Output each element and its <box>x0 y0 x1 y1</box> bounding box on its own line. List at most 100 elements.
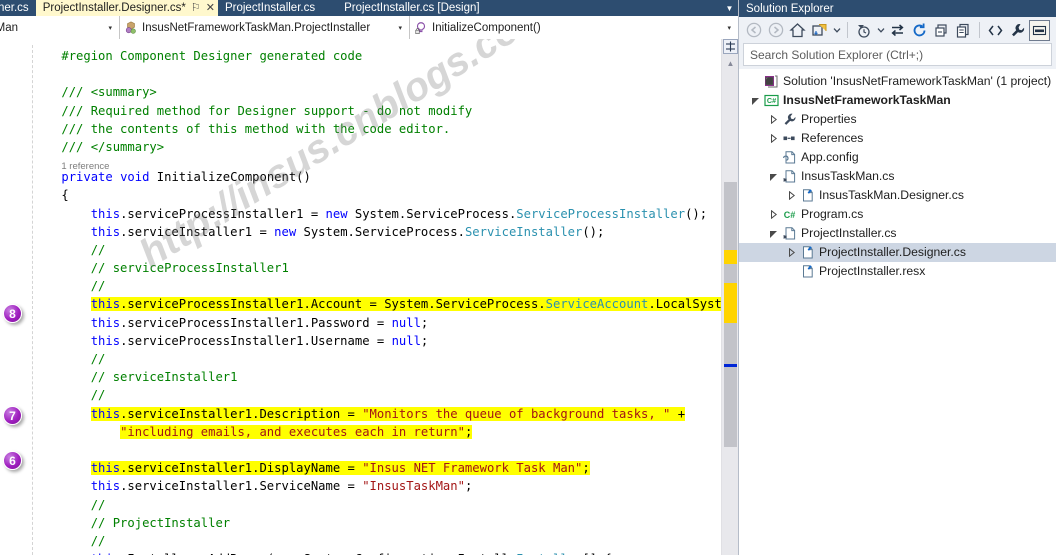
class-icon <box>125 21 136 34</box>
designer-file-icon <box>799 264 815 280</box>
properties-wrench-icon[interactable] <box>1007 20 1028 41</box>
collapse-all-icon[interactable] <box>931 20 952 41</box>
code-text[interactable]: #region Component Designer generated cod… <box>22 39 721 555</box>
scroll-up-arrow-icon[interactable]: ▲ <box>722 60 738 68</box>
step-badge-8: 8 <box>3 304 22 323</box>
refresh-icon[interactable] <box>909 20 930 41</box>
back-icon[interactable] <box>743 20 764 41</box>
type-dropdown-value: InsusNetFrameworkTaskMan.ProjectInstalle… <box>142 21 371 34</box>
editor-tab-label: ProjectInstaller.Designer.cs* <box>42 2 186 14</box>
editor-tab-projectinstaller-designer[interactable]: ProjectInstaller.Designer.cs* ⚐ ✕ <box>35 0 218 16</box>
member-dropdown-value: InitializeComponent() <box>432 21 541 34</box>
code-line: this.serviceInstaller1 = new System.Serv… <box>90 224 605 239</box>
codelens-reference[interactable]: 1 reference <box>32 156 721 172</box>
tree-item-label: ProjectInstaller.cs <box>801 226 897 240</box>
highlighted-code: "including emails, and executes each in … <box>120 424 473 439</box>
tree-item-projectinstaller-designer-cs[interactable]: ProjectInstaller.Designer.cs <box>739 243 1056 262</box>
preview-selected-items-icon[interactable] <box>1029 19 1050 41</box>
tree-item-label: Properties <box>801 112 857 126</box>
code-line: this.serviceProcessInstaller1 = new Syst… <box>90 206 708 221</box>
expander-expanded-icon[interactable] <box>766 224 781 243</box>
split-view-icon[interactable] <box>723 39 738 54</box>
code-line: this.serviceProcessInstaller1.Password =… <box>90 315 429 330</box>
close-icon[interactable]: ✕ <box>206 0 215 16</box>
solution-tree[interactable]: ⬛ Solution 'InsusNetFrameworkTaskMan' (1 … <box>739 69 1056 555</box>
tree-item-insusnetframeworktaskman[interactable]: C# InsusNetFrameworkTaskMan <box>739 91 1056 110</box>
tree-item-insustaskman-designer-cs[interactable]: InsusTaskMan.Designer.cs <box>739 186 1056 205</box>
tab-overflow-chevron-down-icon[interactable]: ▼ <box>721 0 738 16</box>
expander-collapsed-icon[interactable] <box>784 186 799 205</box>
code-line: // <box>90 352 106 366</box>
code-line: /// the contents of this method with the… <box>61 121 451 136</box>
code-line: /// Required method for Designer support… <box>61 103 473 118</box>
sync-icon[interactable] <box>887 20 908 41</box>
toolbar-separator <box>979 22 980 38</box>
config-file-icon <box>781 150 797 166</box>
code-line: /// <summary> <box>61 85 157 100</box>
tree-item-projectinstaller-resx[interactable]: ProjectInstaller.resx <box>739 262 1056 281</box>
show-all-files-icon[interactable] <box>953 20 974 41</box>
expander-expanded-icon[interactable] <box>766 167 781 186</box>
code-line: this.serviceInstaller1.ServiceName = "In… <box>90 479 473 494</box>
editor-tab-strip: ner.cs ProjectInstaller.Designer.cs* ⚐ ✕… <box>0 0 738 16</box>
tree-item-label: App.config <box>801 150 859 164</box>
editor-tab-projectinstaller[interactable]: ProjectInstaller.cs <box>217 0 323 16</box>
chevron-down-icon[interactable] <box>831 20 842 41</box>
scroll-marker-caret <box>724 364 737 367</box>
sync-with-active-document-icon[interactable] <box>809 20 830 41</box>
editor-vertical-scrollbar[interactable]: ▲ <box>721 39 738 555</box>
pending-changes-filter-icon[interactable] <box>853 20 874 41</box>
code-line: this.serviceProcessInstaller1.Username =… <box>90 333 429 348</box>
wrench-icon <box>781 112 797 128</box>
expander-none <box>766 148 781 167</box>
tree-item-references[interactable]: References <box>739 129 1056 148</box>
chevron-down-icon: ▾ <box>108 24 112 32</box>
expander-expanded-icon[interactable] <box>748 91 763 110</box>
type-dropdown[interactable]: InsusNetFrameworkTaskMan.ProjectInstalle… <box>120 16 410 39</box>
tree-item-program-cs[interactable]: C# Program.cs <box>739 205 1056 224</box>
editor-glyph-margin: 8 7 6 <box>0 39 22 555</box>
toolbar-separator <box>847 22 848 38</box>
search-solution-explorer-input[interactable]: Search Solution Explorer (Ctrl+;) <box>743 43 1052 66</box>
tree-item-label: ProjectInstaller.resx <box>819 264 926 278</box>
code-line: this.serviceInstaller1.Description = "Mo… <box>32 405 721 423</box>
expander-none <box>748 72 763 91</box>
expander-collapsed-icon[interactable] <box>766 205 781 224</box>
tree-item-label: Program.cs <box>801 207 864 221</box>
editor-tab-projectinstaller-design[interactable]: ProjectInstaller.cs [Design] <box>322 0 487 16</box>
editor-tab-clipped[interactable]: ner.cs <box>0 0 36 16</box>
home-icon[interactable] <box>787 20 808 41</box>
expander-collapsed-icon[interactable] <box>766 129 781 148</box>
code-line: // serviceInstaller1 <box>90 370 238 385</box>
visual-studio-window: ner.cs ProjectInstaller.Designer.cs* ⚐ ✕… <box>0 0 1056 555</box>
tree-item-projectinstaller-cs[interactable]: ProjectInstaller.cs <box>739 224 1056 243</box>
code-line: // ProjectInstaller <box>90 515 231 530</box>
view-code-icon[interactable] <box>985 20 1006 41</box>
editor-pane: ner.cs ProjectInstaller.Designer.cs* ⚐ ✕… <box>0 0 738 555</box>
chevron-down-icon[interactable] <box>875 20 886 41</box>
forward-icon[interactable] <box>765 20 786 41</box>
step-badge-6: 6 <box>3 451 22 470</box>
step-badge-7: 7 <box>3 406 22 425</box>
code-line: #region Component Designer generated cod… <box>61 49 363 63</box>
code-line: private void InitializeComponent() <box>61 170 311 185</box>
code-editor[interactable]: 8 7 6 #region Component Designer generat… <box>0 39 738 555</box>
code-scroll-region[interactable]: #region Component Designer generated cod… <box>22 39 721 555</box>
tree-item-label: InsusTaskMan.cs <box>801 169 895 183</box>
component-file-icon <box>781 169 797 185</box>
tree-item-solution-insusnetframeworktaskman-1-project[interactable]: ⬛ Solution 'InsusNetFrameworkTaskMan' (1 … <box>739 72 1056 91</box>
tree-item-app-config[interactable]: App.config <box>739 148 1056 167</box>
tree-item-label: InsusNetFrameworkTaskMan <box>783 93 951 107</box>
tree-item-insustaskman-cs[interactable]: InsusTaskMan.cs <box>739 167 1056 186</box>
code-line: // <box>90 497 106 512</box>
code-line: // <box>90 388 106 403</box>
expander-collapsed-icon[interactable] <box>784 243 799 262</box>
expander-collapsed-icon[interactable] <box>766 110 781 129</box>
designer-file-icon <box>799 188 815 204</box>
scroll-marker-highlight <box>724 283 737 323</box>
project-dropdown[interactable]: orkTaskMan ▾ <box>0 16 120 39</box>
tree-item-properties[interactable]: Properties <box>739 110 1056 129</box>
pin-icon[interactable]: ⚐ <box>191 0 201 16</box>
code-line: // <box>90 242 106 257</box>
member-dropdown[interactable]: InitializeComponent() ▾ <box>410 16 738 39</box>
